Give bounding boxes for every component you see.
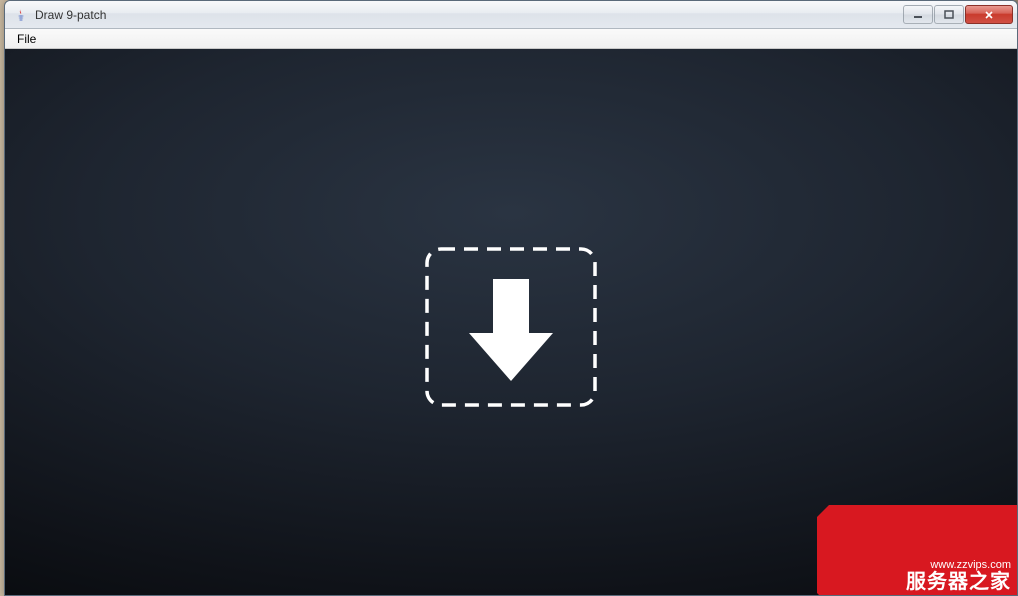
window-title: Draw 9-patch: [35, 8, 903, 22]
maximize-button[interactable]: [934, 5, 964, 24]
desktop-background: Draw 9-patch File: [0, 0, 1018, 596]
menu-file[interactable]: File: [9, 30, 44, 48]
minimize-button[interactable]: [903, 5, 933, 24]
drop-arrow-icon: [421, 243, 601, 411]
watermark: www.zzvips.com 服务器之家: [817, 505, 1017, 595]
content-area[interactable]: www.zzvips.com 服务器之家: [5, 49, 1017, 595]
drop-zone[interactable]: [421, 243, 601, 411]
watermark-url: www.zzvips.com: [906, 559, 1011, 571]
application-window: Draw 9-patch File: [4, 0, 1018, 596]
menubar: File: [5, 29, 1017, 49]
titlebar[interactable]: Draw 9-patch: [5, 1, 1017, 29]
java-app-icon: [13, 7, 29, 23]
close-button[interactable]: [965, 5, 1013, 24]
watermark-label: 服务器之家: [906, 571, 1011, 593]
window-controls: [903, 5, 1013, 24]
